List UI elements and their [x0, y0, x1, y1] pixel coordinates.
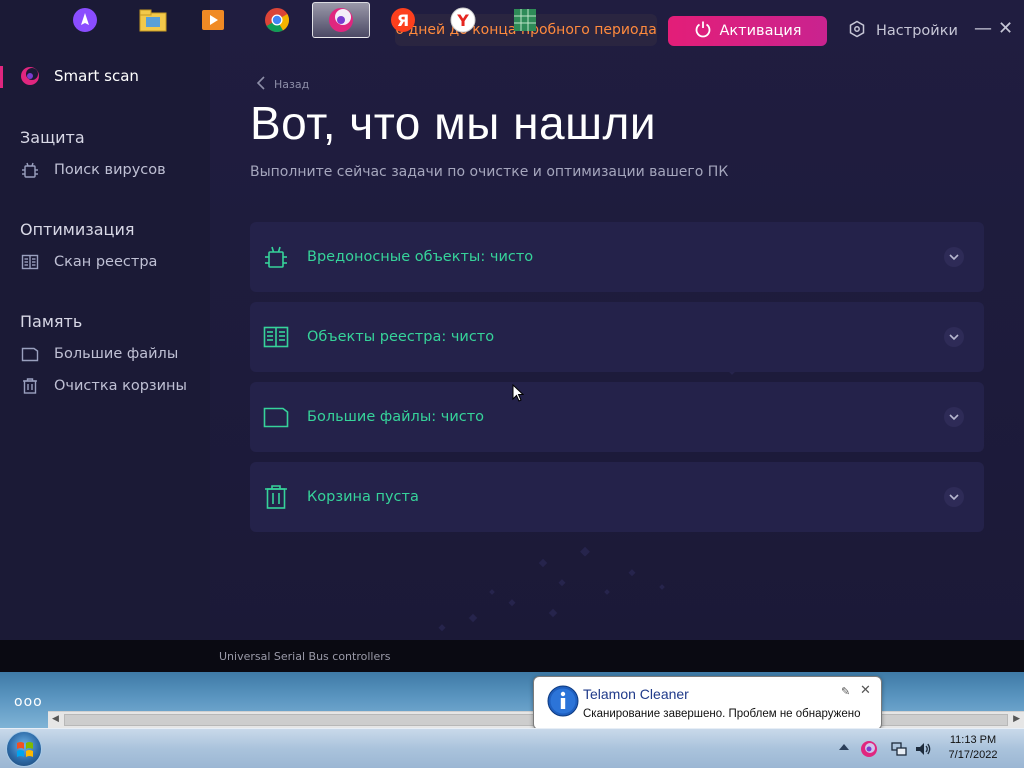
chevron-left-icon: [256, 76, 266, 93]
chevron-down-icon[interactable]: [944, 407, 964, 427]
result-card-recycle-bin[interactable]: Корзина пуста: [250, 462, 984, 532]
result-label: Большие файлы: чисто: [307, 409, 485, 425]
taskbar-chrome-button[interactable]: [248, 2, 306, 38]
telamon-logo-icon: [20, 66, 40, 86]
section-title-optimization: Оптимизация: [20, 220, 135, 239]
chevron-down-icon[interactable]: [944, 247, 964, 267]
media-player-icon: [202, 10, 224, 30]
notification-title: Telamon Cleaner: [583, 686, 689, 702]
device-manager-text: Universal Serial Bus controllers: [219, 650, 391, 663]
yandex-icon: Я: [391, 8, 415, 32]
taskbar-alice-button[interactable]: [56, 2, 114, 38]
sidebar-item-large-files[interactable]: Большие файлы: [20, 344, 178, 364]
result-label: Объекты реестра: чисто: [307, 329, 495, 345]
pin-icon[interactable]: ✎: [841, 685, 850, 698]
result-card-registry[interactable]: Объекты реестра: чисто: [250, 302, 984, 372]
scroll-left-arrow-icon[interactable]: ◀: [52, 714, 59, 724]
page-title: Вот, что мы нашли: [250, 97, 657, 149]
sidebar-item-label: Скан реестра: [54, 254, 158, 270]
folder-icon: [262, 403, 290, 431]
network-icon[interactable]: [890, 740, 908, 758]
back-link[interactable]: Назад: [256, 76, 309, 93]
activate-button[interactable]: Активация: [668, 16, 827, 46]
sidebar-item-virus-scan[interactable]: Поиск вирусов: [20, 160, 166, 180]
sidebar-item-recycle-bin[interactable]: Очистка корзины: [20, 376, 187, 396]
power-icon: [694, 20, 712, 42]
trash-icon: [262, 483, 290, 511]
sidebar-item-registry-scan[interactable]: Скан реестра: [20, 252, 157, 272]
clock-time: 11:13 PM: [949, 734, 997, 746]
svg-text:Я: Я: [397, 11, 409, 30]
clock-date: 7/17/2022: [948, 749, 998, 761]
start-button[interactable]: [6, 731, 42, 767]
telamon-cleaner-window: Smart scan Защита Поиск вирусов Оптимиза…: [0, 0, 1024, 640]
windows-logo-icon: [17, 742, 33, 757]
chevron-down-icon[interactable]: [944, 327, 964, 347]
telamon-tray-icon[interactable]: [860, 740, 878, 758]
background-window-strip: Universal Serial Bus controllers: [0, 640, 1024, 672]
spreadsheet-icon: [514, 9, 536, 31]
registry-book-icon: [20, 252, 40, 272]
notification-message: Сканирование завершено. Проблем не обнар…: [583, 708, 861, 720]
gear-icon: [848, 20, 866, 42]
notification-close-icon[interactable]: ✕: [860, 683, 871, 698]
result-card-large-files[interactable]: Большие файлы: чисто: [250, 382, 984, 452]
section-title-memory: Память: [20, 312, 83, 331]
settings-label: Настройки: [876, 23, 958, 39]
show-hidden-icons-icon[interactable]: [838, 742, 850, 752]
sidebar-item-smart-scan[interactable]: Smart scan: [20, 66, 139, 86]
file-explorer-icon: [139, 9, 167, 32]
alice-icon: [73, 8, 97, 32]
active-indicator: [0, 66, 3, 88]
volume-icon[interactable]: [914, 740, 932, 758]
yandex-browser-icon: Y: [450, 7, 476, 33]
sidebar: Smart scan Защита Поиск вирусов Оптимиза…: [0, 0, 210, 640]
bug-icon: [20, 160, 40, 180]
info-icon: [547, 685, 579, 717]
registry-book-icon: [262, 323, 290, 351]
chevron-down-icon[interactable]: [944, 487, 964, 507]
close-button[interactable]: ✕: [998, 18, 1013, 39]
taskbar-explorer-button[interactable]: [124, 2, 182, 38]
scroll-right-arrow-icon[interactable]: ▶: [1013, 714, 1020, 724]
sidebar-item-label: Поиск вирусов: [54, 162, 166, 178]
tray-notification-balloon[interactable]: Telamon Cleaner Сканирование завершено. …: [533, 676, 882, 740]
back-label: Назад: [274, 78, 310, 91]
taskbar-media-player-button[interactable]: [184, 2, 242, 38]
mouse-cursor-icon: [512, 384, 524, 402]
telamon-cleaner-icon: [329, 8, 353, 32]
settings-button[interactable]: Настройки: [848, 20, 958, 42]
activate-label: Активация: [719, 23, 802, 39]
chrome-icon: [265, 8, 290, 33]
sidebar-item-label: Большие файлы: [54, 346, 179, 362]
trash-icon: [20, 376, 40, 396]
tray-clock[interactable]: 11:13 PM 7/17/2022: [938, 733, 1008, 763]
sidebar-item-label: Smart scan: [54, 67, 139, 85]
bug-icon: [262, 243, 290, 271]
taskbar-spreadsheet-button[interactable]: [496, 2, 554, 38]
more-dots-icon[interactable]: ooo: [14, 694, 43, 710]
taskbar-yandex-browser-button[interactable]: Y: [434, 2, 492, 38]
section-title-protection: Защита: [20, 128, 85, 147]
result-label: Корзина пуста: [307, 489, 419, 505]
result-card-malware[interactable]: Вредоносные объекты: чисто: [250, 222, 984, 292]
taskbar-yandex-button[interactable]: Я: [374, 2, 432, 38]
taskbar-telamon-button[interactable]: [312, 2, 370, 38]
minimize-button[interactable]: —: [974, 18, 992, 39]
svg-text:Y: Y: [456, 11, 469, 30]
folder-icon: [20, 344, 40, 364]
sidebar-item-label: Очистка корзины: [54, 378, 187, 394]
page-subtitle: Выполните сейчас задачи по очистке и опт…: [250, 164, 729, 180]
result-label: Вредоносные объекты: чисто: [307, 249, 534, 265]
